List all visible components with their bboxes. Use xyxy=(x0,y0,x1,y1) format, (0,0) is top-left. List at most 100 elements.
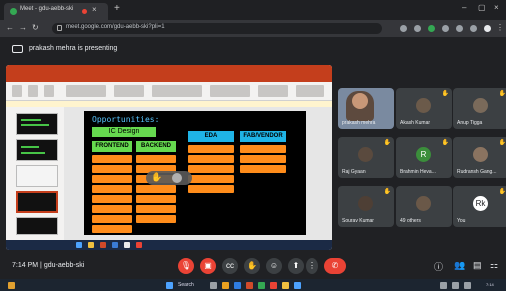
topic-cell xyxy=(188,175,234,183)
meeting-info: 7:14 PM | gdu-aebb-ski xyxy=(12,262,84,269)
column-header: FAB/VENDOR xyxy=(240,131,286,142)
topic-cell xyxy=(188,145,234,153)
participant-tile[interactable]: ✋ Anup Tigga xyxy=(453,88,506,129)
participant-tile[interactable]: 49 others xyxy=(396,186,452,227)
extension-icon[interactable] xyxy=(428,25,435,32)
tab-close-icon[interactable]: × xyxy=(92,5,97,14)
meeting-time: 7:14 PM xyxy=(12,262,39,269)
participant-name: Anup Tigga xyxy=(457,120,483,126)
drawing-group-icon xyxy=(152,85,202,97)
participant-name: 49 others xyxy=(400,218,421,224)
puzzle-icon[interactable] xyxy=(442,25,449,32)
edge-icon[interactable] xyxy=(234,282,241,289)
topic-cell xyxy=(92,185,132,193)
video-face xyxy=(352,93,368,109)
download-icon[interactable] xyxy=(456,25,463,32)
participant-tile[interactable]: ✋ Sourav Kumar xyxy=(338,186,394,227)
app-icon[interactable] xyxy=(294,282,301,289)
topic-cell xyxy=(92,165,132,173)
powerpoint-icon[interactable] xyxy=(246,282,253,289)
camera-indicator-icon[interactable] xyxy=(400,25,407,32)
powerpoint-editor: Opportunities: IC Design FRONTEND BACKEND… xyxy=(6,107,332,240)
raise-hand-icon: ✋ xyxy=(441,140,449,146)
captions-icon[interactable]: cc xyxy=(222,258,238,274)
app-icon[interactable] xyxy=(270,282,277,289)
new-tab-icon[interactable]: + xyxy=(114,3,120,14)
slide-thumbnail[interactable] xyxy=(16,217,58,235)
camera-off-icon[interactable]: ▣ xyxy=(200,258,216,274)
participant-tile[interactable]: R ✋ Brahmin Heva... xyxy=(396,137,452,178)
participant-tile[interactable]: ✋ Raj Gyaan xyxy=(338,137,394,178)
clock[interactable]: 7:14 xyxy=(486,282,494,287)
raised-hand-overlay: ✋ xyxy=(146,171,192,185)
taskbar-search[interactable]: Search xyxy=(178,282,194,288)
participant-tile[interactable]: ✋ Rudransh Gang... xyxy=(453,137,506,178)
browser-toolbar: ← → ↻ meet.google.com/gdu-aebb-ski?pli=1… xyxy=(0,20,506,37)
meet-window: Meet - gdu-aebb-ski × + – ▢ × ← → ↻ meet… xyxy=(0,0,506,291)
topic-cell xyxy=(188,185,234,193)
chrome-icon[interactable] xyxy=(258,282,265,289)
browser-tab[interactable]: Meet - gdu-aebb-ski × xyxy=(4,3,108,20)
people-icon[interactable]: 👥 xyxy=(454,260,465,271)
chat-icon[interactable]: ▤ xyxy=(473,260,482,271)
mic-off-icon[interactable]: 🎙 xyxy=(178,258,194,274)
participant-name: Akash Kumar xyxy=(400,120,431,126)
topic-cell xyxy=(92,175,132,183)
participant-name: Brahmin Heva... xyxy=(400,169,436,175)
app-icon xyxy=(124,242,130,248)
maximize-icon[interactable]: ▢ xyxy=(478,3,486,12)
topic-cell xyxy=(188,155,234,163)
topic-cell xyxy=(136,195,176,203)
topic-cell xyxy=(136,215,176,223)
forward-icon[interactable]: → xyxy=(19,23,27,32)
raise-hand-icon[interactable]: ✋ xyxy=(244,258,260,274)
participant-tile[interactable]: prakash mehra xyxy=(338,88,394,129)
app-icon[interactable] xyxy=(282,282,289,289)
participant-tile[interactable]: ✋ Akash Kumar xyxy=(396,88,452,129)
presentation-icon xyxy=(12,45,23,53)
more-icon[interactable]: ⋮ xyxy=(306,258,318,274)
avatar xyxy=(416,196,431,211)
sidebar-icon[interactable] xyxy=(470,25,477,32)
powerpoint-menu xyxy=(6,74,332,82)
participant-name: prakash mehra xyxy=(342,120,376,126)
slide-thumbnail[interactable] xyxy=(16,165,58,187)
info-icon[interactable]: ⓘ xyxy=(434,260,443,273)
volume-icon[interactable] xyxy=(464,282,471,289)
back-icon[interactable]: ← xyxy=(6,23,14,32)
present-now-icon[interactable]: ⬆ xyxy=(288,258,304,274)
designer-icon xyxy=(258,85,288,97)
window-close-icon[interactable]: × xyxy=(494,3,499,12)
avatar xyxy=(358,147,373,162)
slide-thumbnail[interactable] xyxy=(16,139,58,161)
end-call-icon[interactable]: ✆ xyxy=(324,258,346,274)
wifi-icon[interactable] xyxy=(452,282,459,289)
participant-name: You xyxy=(457,218,466,224)
participant-tile[interactable]: Rk ✋ You xyxy=(453,186,506,227)
address-bar[interactable]: meet.google.com/gdu-aebb-ski?pli=1 xyxy=(52,23,382,34)
profile-icon[interactable] xyxy=(484,25,491,32)
slide-thumbnail[interactable] xyxy=(16,113,58,135)
activities-icon[interactable]: ⚏ xyxy=(490,260,498,271)
meeting-controls: 7:14 PM | gdu-aebb-ski 🎙 ▣ cc ✋ ☺ ⬆ ⋮ ✆ … xyxy=(0,254,506,279)
raise-hand-icon: ✋ xyxy=(383,140,391,146)
topic-cell xyxy=(92,205,132,213)
minimize-icon[interactable]: – xyxy=(462,3,466,12)
tray-icon[interactable] xyxy=(440,282,447,289)
reload-icon[interactable]: ↻ xyxy=(32,23,39,32)
avatar xyxy=(358,196,373,211)
slide-thumbnail-active[interactable] xyxy=(16,191,58,213)
start-icon[interactable] xyxy=(166,282,173,289)
slide-title: Opportunities: xyxy=(92,115,160,124)
file-explorer-icon[interactable] xyxy=(222,282,229,289)
share-icon[interactable] xyxy=(414,25,421,32)
tab-title: Meet - gdu-aebb-ski xyxy=(20,6,74,12)
menu-icon[interactable]: ⋮ xyxy=(496,23,504,32)
column-header: EDA xyxy=(188,131,234,142)
present-icon[interactable]: ☺ xyxy=(266,258,282,274)
task-view-icon[interactable] xyxy=(210,282,217,289)
paste-icon xyxy=(12,85,22,97)
layout-icon xyxy=(44,85,54,97)
weather-icon[interactable] xyxy=(8,282,15,289)
raise-hand-icon: ✋ xyxy=(383,189,391,195)
